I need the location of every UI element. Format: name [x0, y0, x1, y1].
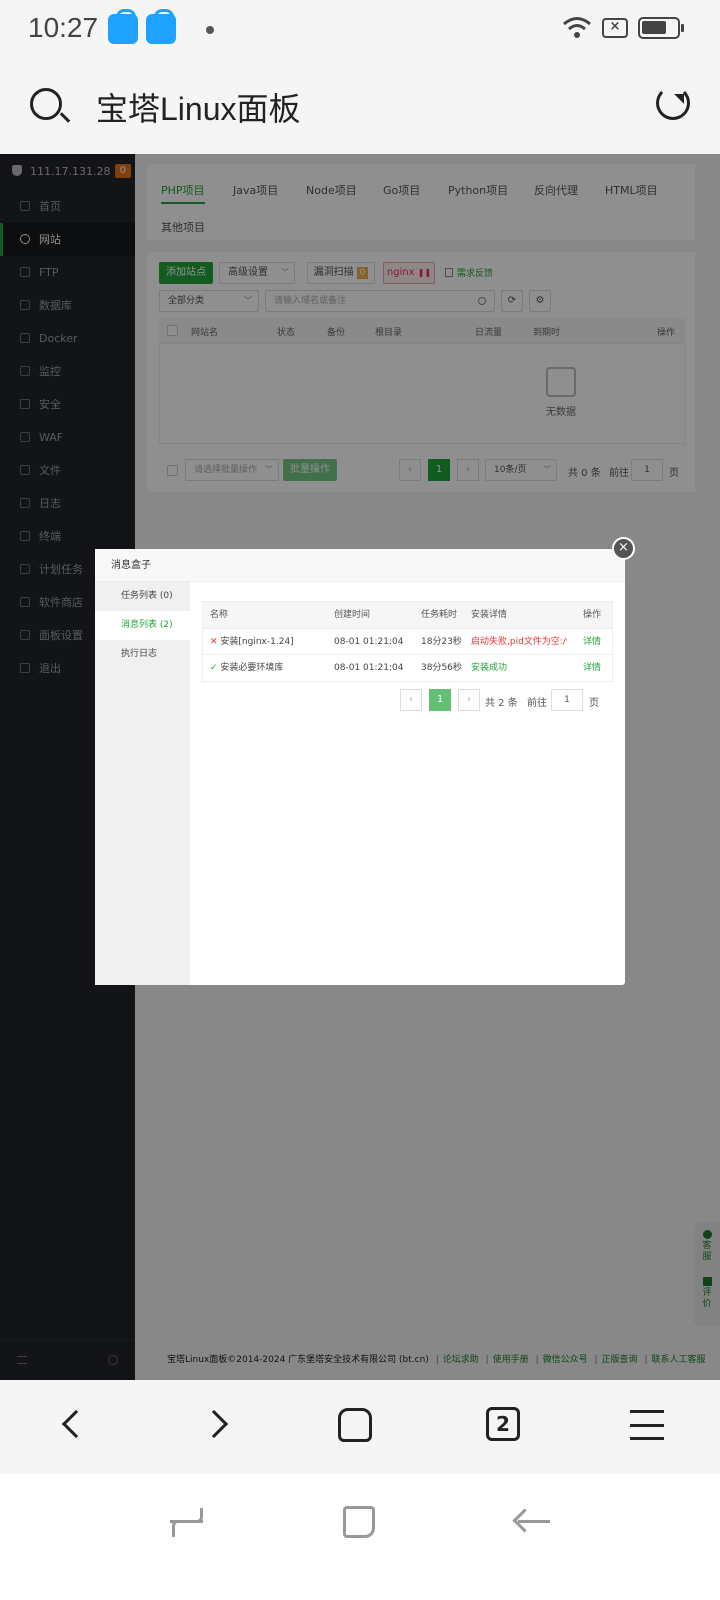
back-icon[interactable] — [61, 1409, 91, 1439]
row-time: 08-01 01:21:04 — [334, 663, 404, 673]
search-icon[interactable] — [30, 88, 62, 120]
table-row: ✓ 安装必要环境库 08-01 01:21:04 38分56秒 安装成功 详情 — [203, 655, 612, 681]
message-table-header: 名称 创建时间 任务耗时 安装详情 操作 — [203, 602, 612, 629]
menu-icon[interactable] — [630, 1410, 664, 1440]
app-store-icon — [108, 9, 138, 44]
home-icon[interactable] — [343, 1506, 375, 1538]
col-created: 创建时间 — [334, 610, 371, 620]
row-name: ✓ 安装必要环境库 — [210, 655, 283, 681]
status-time: 10:27 — [28, 12, 99, 43]
fail-icon: ✕ — [210, 637, 218, 647]
modal-side-menu: 任务列表 (0) 消息列表 (2) 执行日志 — [95, 582, 190, 985]
tabs-button[interactable]: 2 — [486, 1407, 520, 1441]
row-name-text: 安装必要环境库 — [220, 663, 284, 673]
modal-title: 消息盒子 — [95, 549, 625, 582]
status-bar: 10:27 × — [0, 0, 720, 60]
col-duration: 任务耗时 — [421, 610, 458, 620]
row-name-text: 安装[nginx-1.24] — [220, 637, 294, 647]
message-table: 名称 创建时间 任务耗时 安装详情 操作 ✕ 安装[nginx-1.24] 08… — [202, 601, 613, 682]
wifi-icon — [563, 17, 591, 38]
web-page: 111.17.131.28 0 首页 网站 FTP 数据库 Docker 监控 … — [0, 154, 720, 1380]
message-box-modal: 消息盒子 × 任务列表 (0) 消息列表 (2) 执行日志 名称 创建时间 任务… — [95, 537, 635, 985]
home-icon[interactable] — [338, 1408, 372, 1442]
side-tab-messages[interactable]: 消息列表 (2) — [95, 611, 190, 640]
prev-page-button[interactable]: ‹ — [400, 689, 422, 711]
success-icon: ✓ — [210, 663, 218, 673]
col-name: 名称 — [210, 610, 229, 620]
row-name: ✕ 安装[nginx-1.24] — [210, 629, 294, 655]
battery-icon — [638, 17, 684, 39]
total-count: 共 2 条 — [485, 698, 518, 709]
status-icons: × — [562, 16, 684, 40]
row-detail: 启动失败,pid文件为空:/w — [471, 637, 567, 647]
side-tab-logs[interactable]: 执行日志 — [95, 640, 190, 669]
forward-icon[interactable] — [199, 1409, 229, 1439]
recents-icon[interactable] — [170, 1506, 203, 1537]
row-cost: 18分23秒 — [421, 637, 462, 647]
col-action: 操作 — [583, 610, 602, 620]
table-row: ✕ 安装[nginx-1.24] 08-01 01:21:04 18分23秒 启… — [203, 629, 612, 655]
detail-link[interactable]: 详情 — [583, 655, 601, 681]
col-detail: 安装详情 — [471, 610, 508, 620]
detail-link[interactable]: 详情 — [583, 629, 601, 655]
reload-icon[interactable] — [656, 86, 690, 120]
goto-label: 前往 — [527, 698, 547, 709]
page-unit: 页 — [589, 698, 599, 709]
close-icon[interactable]: × — [612, 537, 635, 560]
no-sim-icon: × — [602, 18, 628, 38]
row-detail: 安装成功 — [471, 663, 508, 673]
app-store-icon — [146, 9, 176, 44]
system-nav-bar — [0, 1474, 720, 1600]
page-button[interactable]: 1 — [429, 689, 451, 711]
goto-page-input[interactable]: 1 — [551, 689, 583, 711]
row-time: 08-01 01:21:04 — [334, 637, 404, 647]
notification-dot-icon — [206, 26, 214, 34]
row-cost: 38分56秒 — [421, 663, 462, 673]
back-icon[interactable] — [518, 1520, 550, 1523]
next-page-button[interactable]: › — [458, 689, 480, 711]
page-title[interactable]: 宝塔Linux面板 — [96, 84, 301, 130]
browser-address-bar: 宝塔Linux面板 — [0, 60, 720, 154]
browser-toolbar: 2 — [0, 1380, 720, 1474]
side-tab-tasks[interactable]: 任务列表 (0) — [95, 582, 190, 611]
